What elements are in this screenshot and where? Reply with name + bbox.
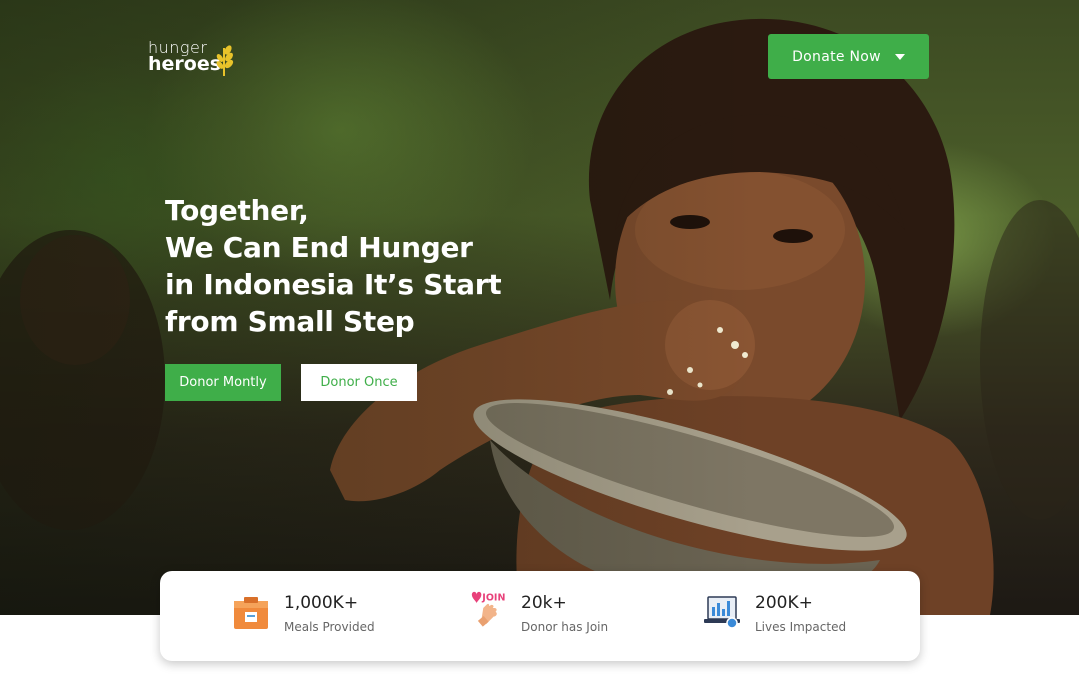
stat-donors-label: Donor has Join bbox=[521, 620, 609, 634]
join-icon-text: JOIN bbox=[481, 592, 505, 603]
hero-section bbox=[0, 0, 1079, 615]
meal-box-icon bbox=[234, 597, 268, 629]
headline-line-4: from Small Step bbox=[165, 305, 415, 338]
donor-monthly-button[interactable]: Donor Montly bbox=[165, 364, 281, 401]
stat-lives-value: 200K+ bbox=[755, 593, 813, 613]
donate-now-label: Donate Now bbox=[792, 48, 881, 65]
stat-meals-label: Meals Provided bbox=[284, 620, 375, 634]
brand-logo[interactable]: hunger heroes bbox=[148, 40, 234, 76]
donate-now-button[interactable]: Donate Now bbox=[768, 34, 929, 79]
stats-card: 1,000K+ Meals Provided JOIN 20k+ Donor h… bbox=[160, 571, 920, 661]
wheat-icon bbox=[216, 45, 234, 76]
stat-meals-value: 1,000K+ bbox=[284, 593, 359, 613]
stat-donors-value: 20k+ bbox=[521, 593, 567, 613]
join-hand-icon: JOIN bbox=[471, 591, 505, 627]
report-laptop-icon bbox=[704, 596, 740, 629]
headline-line-2: We Can End Hunger bbox=[165, 231, 473, 264]
donor-once-button[interactable]: Donor Once bbox=[301, 364, 417, 401]
headline-line-3: in Indonesia It’s Start bbox=[165, 268, 502, 301]
caret-down-icon bbox=[894, 53, 905, 60]
stat-lives-label: Lives Impacted bbox=[755, 620, 847, 634]
hero-overlay bbox=[0, 0, 1079, 615]
headline-line-1: Together, bbox=[165, 194, 309, 227]
logo-text-bottom: heroes bbox=[148, 53, 222, 75]
hero-headline: Together, We Can End Hunger in Indonesia… bbox=[165, 192, 505, 340]
